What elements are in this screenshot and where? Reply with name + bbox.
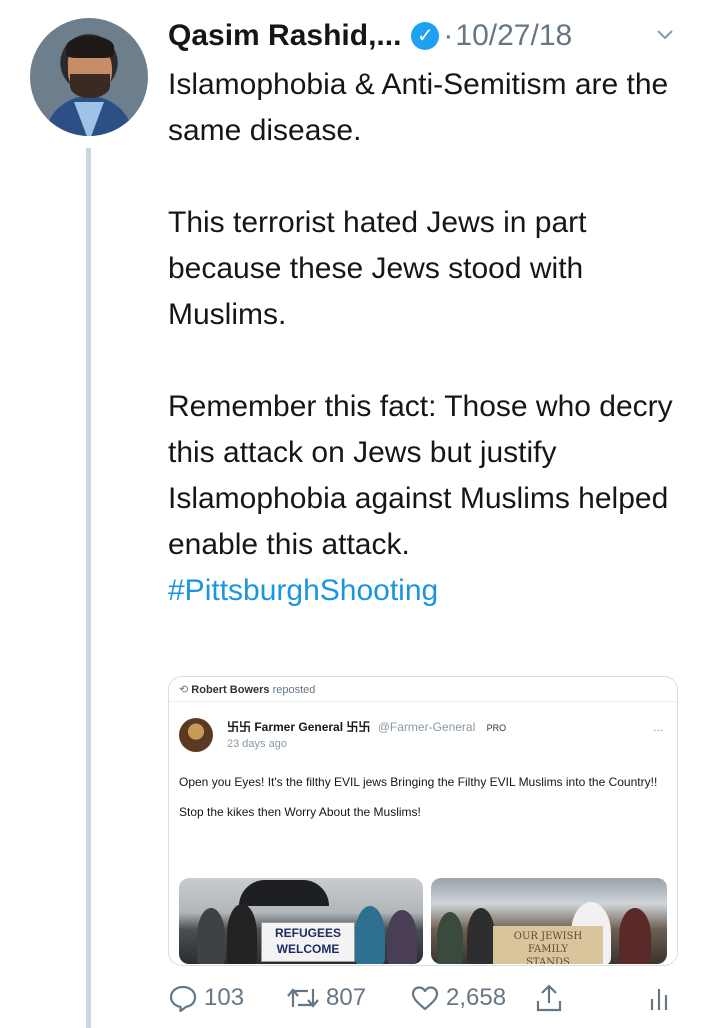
chevron-down-icon[interactable] bbox=[655, 24, 675, 44]
like-icon bbox=[411, 986, 439, 1011]
embedded-post: 卐卐 Farmer General 卐卐 @Farmer-General PRO… bbox=[169, 701, 677, 965]
author-name[interactable]: Qasim Rashid,... bbox=[168, 19, 401, 53]
protest-photo-2: OUR JEWISH FAMILY STANDS bbox=[431, 878, 667, 964]
tweet-paragraph-2: This terrorist hated Jews in part becaus… bbox=[168, 206, 587, 331]
share-icon bbox=[536, 984, 562, 1012]
sign-line-2: WELCOME bbox=[276, 942, 340, 956]
embedded-text-1: Open you Eyes! It's the filthy EVIL jews… bbox=[179, 775, 658, 789]
repost-icon: ⟲ bbox=[179, 684, 192, 696]
embedded-text: Open you Eyes! It's the filthy EVIL jews… bbox=[179, 772, 665, 832]
hashtag-link[interactable]: #PittsburghShooting bbox=[168, 568, 688, 614]
reposted-by: Robert Bowers bbox=[191, 684, 270, 696]
repost-line: ⟲ Robert Bowers reposted bbox=[179, 683, 315, 696]
retweet-count: 807 bbox=[326, 984, 367, 1011]
tweet-date[interactable]: 10/27/18 bbox=[455, 19, 572, 53]
analytics-button[interactable] bbox=[648, 978, 678, 1018]
like-count: 2,658 bbox=[446, 984, 507, 1011]
reply-icon bbox=[169, 985, 197, 1013]
refugees-welcome-sign: REFUGEES WELCOME bbox=[261, 922, 355, 962]
embedded-author-line: 卐卐 Farmer General 卐卐 @Farmer-General PRO bbox=[227, 718, 506, 735]
avatar-beard bbox=[70, 74, 110, 98]
person bbox=[467, 908, 495, 964]
share-button[interactable] bbox=[534, 978, 570, 1018]
author-avatar[interactable] bbox=[30, 18, 148, 136]
person bbox=[437, 912, 463, 964]
person bbox=[355, 906, 385, 964]
protest-photo-1: REFUGEES WELCOME bbox=[179, 878, 423, 964]
thread-line bbox=[86, 148, 91, 1028]
embedded-author-avatar bbox=[179, 718, 213, 752]
embedded-time: 23 days ago bbox=[227, 738, 287, 750]
tweet-paragraph-3: Remember this fact: Those who decry this… bbox=[168, 390, 673, 561]
retweet-button[interactable]: 807 bbox=[286, 978, 366, 1018]
action-bar: 103 807 2,658 bbox=[168, 978, 678, 1018]
embedded-text-2: Stop the kikes then Worry About the Musl… bbox=[179, 805, 421, 819]
pro-badge: PRO bbox=[486, 723, 507, 733]
tweet-text: Islamophobia & Anti-Semitism are the sam… bbox=[168, 62, 688, 614]
embedded-screenshot[interactable]: ⟲ Robert Bowers reposted 卐卐 Farmer Gener… bbox=[168, 676, 678, 966]
embedded-handle: @Farmer-General bbox=[377, 720, 476, 734]
sign-line-1: REFUGEES bbox=[274, 926, 341, 940]
reposted-label: reposted bbox=[272, 684, 316, 696]
avatar-hair bbox=[66, 36, 114, 58]
verified-badge-icon: ✓ bbox=[411, 22, 440, 50]
more-icon: ... bbox=[653, 720, 664, 734]
tweet-paragraph-1: Islamophobia & Anti-Semitism are the sam… bbox=[168, 68, 669, 147]
tweet-header: Qasim Rashid,... ✓ · 10/27/18 bbox=[168, 18, 572, 54]
like-button[interactable]: 2,658 bbox=[410, 978, 506, 1018]
retweet-icon bbox=[287, 988, 319, 1008]
reply-button[interactable]: 103 bbox=[168, 978, 244, 1018]
person bbox=[619, 908, 651, 964]
person bbox=[387, 910, 417, 964]
person bbox=[197, 908, 225, 964]
person bbox=[227, 904, 257, 964]
analytics-icon bbox=[650, 989, 668, 1010]
separator-dot: · bbox=[443, 19, 454, 52]
sign-line-2: STANDS bbox=[526, 957, 570, 964]
family-stands-sign: OUR JEWISH FAMILY STANDS bbox=[493, 926, 603, 964]
sign-line-1: OUR JEWISH FAMILY bbox=[513, 931, 583, 955]
umbrella bbox=[239, 880, 329, 906]
embedded-author-name: 卐卐 Farmer General 卐卐 bbox=[227, 720, 371, 734]
reply-count: 103 bbox=[204, 984, 245, 1011]
